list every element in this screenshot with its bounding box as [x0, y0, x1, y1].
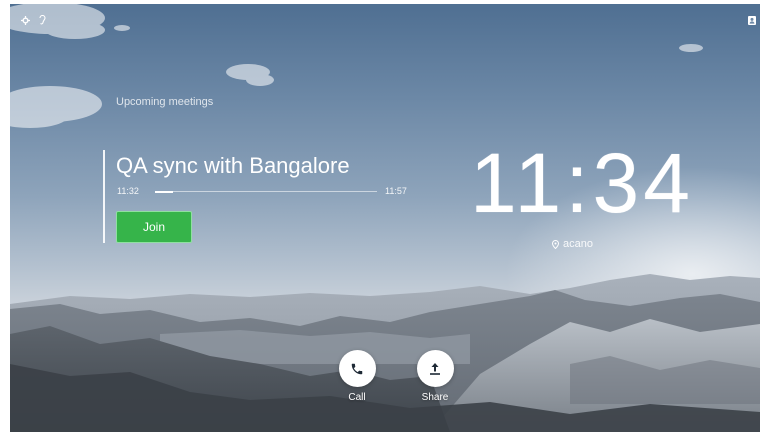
device-frame: Upcoming meetings QA sync with Bangalore…	[0, 0, 760, 435]
join-button[interactable]: Join	[116, 211, 192, 243]
home-screen: Upcoming meetings QA sync with Bangalore…	[10, 4, 760, 432]
call-label: Call	[348, 392, 366, 403]
clock: 11:34	[470, 136, 694, 230]
meeting-end-time: 11:57	[385, 186, 407, 196]
share-button[interactable]	[416, 350, 454, 387]
meeting-title: QA sync with Bangalore	[116, 153, 350, 178]
call-action: Call	[327, 350, 387, 403]
meeting-card-rule	[103, 150, 105, 243]
location-pin-icon	[552, 239, 559, 249]
share-action: Share	[405, 350, 465, 403]
contacts-icon[interactable]	[748, 16, 756, 25]
meeting-card: QA sync with Bangalore 11:32 11:57 Join	[103, 150, 433, 244]
call-button[interactable]	[338, 350, 376, 387]
meeting-timeline-progress	[155, 190, 173, 193]
upcoming-meetings-header: Upcoming meetings	[116, 96, 214, 108]
meeting-timeline	[155, 190, 377, 193]
meeting-start-time: 11:32	[117, 186, 139, 196]
settings-icon[interactable]	[21, 16, 30, 25]
phone-icon	[351, 363, 363, 374]
location-name: acano	[563, 238, 593, 250]
hearing-icon[interactable]	[39, 15, 46, 25]
share-label: Share	[421, 392, 449, 403]
share-upload-icon	[430, 362, 440, 375]
location: acano	[552, 238, 593, 250]
